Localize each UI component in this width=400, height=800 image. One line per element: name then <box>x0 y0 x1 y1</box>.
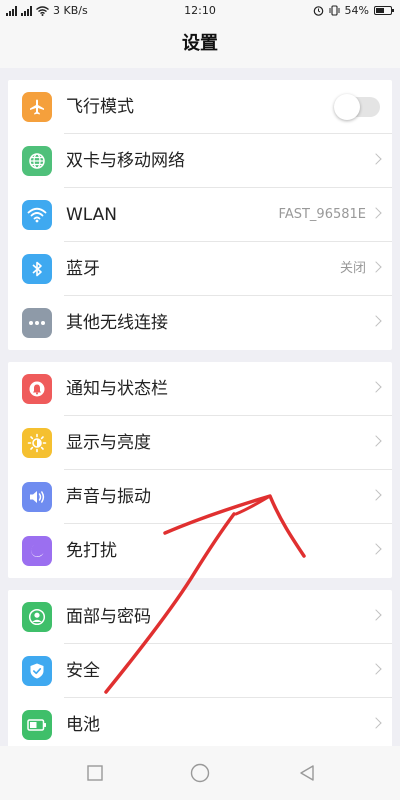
chevron-right-icon <box>370 315 382 327</box>
settings-item-notifications[interactable]: 通知与状态栏 <box>8 362 392 416</box>
globe-icon <box>22 146 52 176</box>
status-right: 54% <box>313 4 394 17</box>
settings-item-do-not-disturb[interactable]: 免打扰 <box>8 524 392 578</box>
notification-icon <box>22 374 52 404</box>
settings-item-label: 面部与密码 <box>66 607 151 627</box>
bluetooth-status: 关闭 <box>339 261 366 276</box>
settings-item-label: 通知与状态栏 <box>66 379 168 399</box>
wlan-network-name: FAST_96581E <box>278 207 366 222</box>
settings-item-label: 电池 <box>66 715 100 735</box>
face-id-icon <box>22 602 52 632</box>
airplane-icon <box>22 92 52 122</box>
battery-status-icon <box>374 6 394 15</box>
chevron-right-icon <box>370 207 382 219</box>
settings-item-other-wireless[interactable]: 其他无线连接 <box>8 296 392 350</box>
chevron-right-icon <box>370 153 382 165</box>
shield-icon <box>22 656 52 686</box>
recent-apps-icon[interactable] <box>84 762 106 784</box>
settings-item-label: WLAN <box>66 205 118 225</box>
settings-item-label: 飞行模式 <box>66 97 134 117</box>
page-title: 设置 <box>0 22 400 68</box>
brightness-icon <box>22 428 52 458</box>
back-icon[interactable] <box>296 762 318 784</box>
settings-item-label: 其他无线连接 <box>66 313 168 333</box>
settings-item-wlan[interactable]: WLAN FAST_96581E <box>8 188 392 242</box>
settings-item-face-password[interactable]: 面部与密码 <box>8 590 392 644</box>
settings-item-label: 安全 <box>66 661 100 681</box>
alarm-icon <box>313 6 323 16</box>
settings-item-bluetooth[interactable]: 蓝牙 关闭 <box>8 242 392 296</box>
settings-item-label: 声音与振动 <box>66 487 151 507</box>
speaker-icon <box>22 482 52 512</box>
home-icon[interactable] <box>189 762 211 784</box>
settings-item-security[interactable]: 安全 <box>8 644 392 698</box>
bluetooth-icon <box>22 254 52 284</box>
settings-item-battery[interactable]: 电池 <box>8 698 392 752</box>
chevron-right-icon <box>370 381 382 393</box>
settings-item-label: 蓝牙 <box>66 259 100 279</box>
settings-group-personalization: 通知与状态栏 显示与亮度 声音与振动 免打扰 <box>8 362 392 578</box>
settings-item-airplane-mode[interactable]: 飞行模式 <box>8 80 392 134</box>
settings-item-dual-sim[interactable]: 双卡与移动网络 <box>8 134 392 188</box>
chevron-right-icon <box>370 609 382 621</box>
vibrate-icon <box>329 5 340 16</box>
navigation-bar <box>0 746 400 800</box>
chevron-right-icon <box>370 435 382 447</box>
status-bar: 3 KB/s 12:10 54% <box>0 0 400 22</box>
airplane-mode-toggle[interactable] <box>334 94 380 120</box>
settings-group-security: 面部与密码 安全 电池 <box>8 590 392 746</box>
toggle-knob <box>334 94 360 120</box>
chevron-right-icon <box>370 543 382 555</box>
battery-icon <box>22 710 52 740</box>
settings-item-sound[interactable]: 声音与振动 <box>8 470 392 524</box>
settings-item-label: 双卡与移动网络 <box>66 151 185 171</box>
more-dots-icon <box>22 308 52 338</box>
chevron-right-icon <box>370 663 382 675</box>
moon-icon <box>22 536 52 566</box>
settings-item-display[interactable]: 显示与亮度 <box>8 416 392 470</box>
chevron-right-icon <box>370 261 382 273</box>
wifi-icon <box>22 200 52 230</box>
settings-item-label: 显示与亮度 <box>66 433 151 453</box>
settings-item-label: 免打扰 <box>66 541 117 561</box>
chevron-right-icon <box>370 489 382 501</box>
battery-percent: 54% <box>344 4 369 17</box>
settings-group-connectivity: 飞行模式 双卡与移动网络 WLAN FAST_96581E 蓝牙 关闭 其他无线… <box>8 80 392 350</box>
chevron-right-icon <box>370 717 382 729</box>
